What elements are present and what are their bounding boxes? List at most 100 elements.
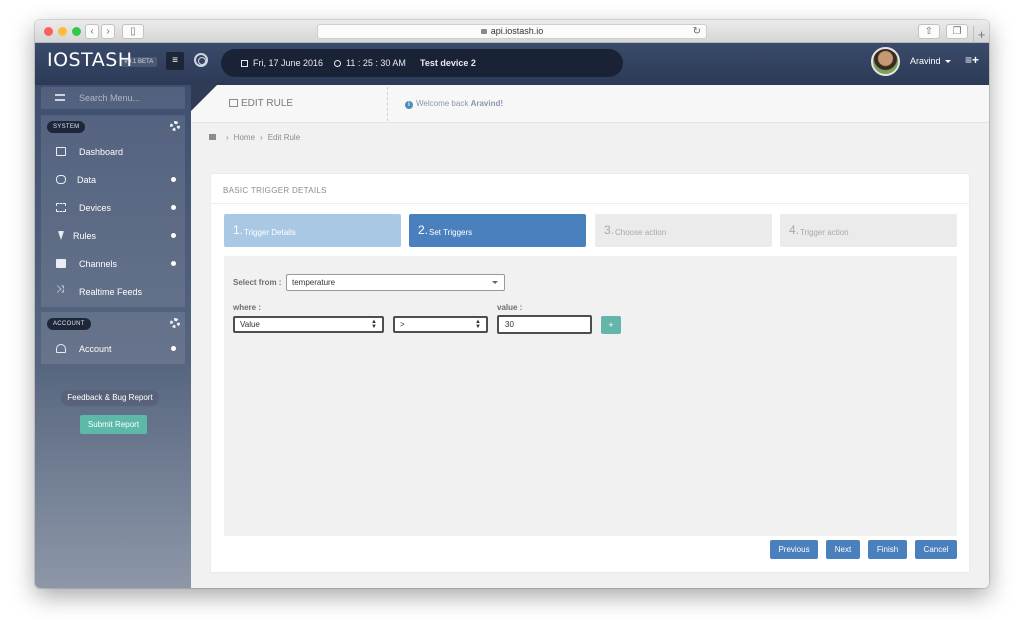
sidebar-item-label: Data (77, 175, 97, 185)
step-label: Choose action (615, 228, 667, 237)
forward-icon[interactable]: › (101, 24, 115, 39)
user-icon (56, 344, 66, 353)
card-divider (211, 203, 969, 204)
select-from-value: temperature (292, 278, 336, 287)
breadcrumb-current: Edit Rule (267, 133, 301, 142)
select-from-dropdown[interactable]: temperature (286, 274, 505, 291)
sidebar-item-label: Channels (79, 259, 118, 269)
operator-select[interactable]: > ▲ ▼ (393, 316, 488, 333)
reload-icon[interactable]: ↻ (693, 25, 701, 38)
sidebar-item-dashboard[interactable]: Dashboard (41, 137, 185, 165)
search-menu-icon (55, 94, 65, 101)
step-set-triggers[interactable]: 2. Set Triggers (409, 214, 586, 247)
add-condition-button[interactable]: + (601, 316, 621, 334)
value-label: value : (497, 303, 523, 312)
sidebar: Search Menu... SYSTEM Dashboard Data Dev… (35, 85, 191, 588)
expand-dot-icon (171, 261, 176, 266)
main-content: EDIT RULE i Welcome back Aravind! › Home › E… (191, 85, 989, 588)
share-icon[interactable]: ⇧ (918, 24, 940, 39)
tabs-overview-icon[interactable]: ❐ (946, 24, 968, 39)
devices-grid-icon (56, 203, 66, 212)
where-label: where : (233, 303, 262, 312)
sidebar-item-data[interactable]: Data (41, 165, 185, 193)
sidebar-item-realtime-feeds[interactable]: ⤨ Realtime Feeds (41, 277, 185, 305)
channels-icon (56, 259, 66, 268)
value-input-text: 30 (505, 320, 514, 329)
page-corner-fold (191, 85, 217, 111)
time-display: 11 : 25 : 30 AM (334, 58, 406, 68)
minimize-window-button[interactable] (58, 27, 67, 36)
account-gear-icon[interactable] (170, 318, 180, 328)
select-from-label: Select from : (233, 278, 282, 287)
date-text: Fri, 17 June 2016 (253, 58, 324, 68)
sidebar-item-devices[interactable]: Devices (41, 193, 185, 221)
card-title: BASIC TRIGGER DETAILS (223, 186, 327, 195)
expand-dot-icon (171, 233, 176, 238)
clock-icon (334, 60, 341, 67)
new-tab-icon[interactable]: + (973, 26, 989, 43)
expand-dot-icon (171, 177, 176, 182)
step-label: Trigger action (800, 228, 849, 237)
account-badge: ACCOUNT (47, 318, 91, 330)
finish-button[interactable]: Finish (868, 540, 907, 559)
trigger-card: BASIC TRIGGER DETAILS 1. Trigger Details… (210, 173, 970, 573)
sidebar-item-label: Realtime Feeds (79, 287, 143, 297)
where-field-select[interactable]: Value ▲ ▼ (233, 316, 384, 333)
welcome-message: i Welcome back Aravind! (405, 99, 503, 109)
welcome-name: Aravind! (470, 99, 504, 108)
operator-value: > (400, 320, 405, 329)
breadcrumb: › Home › Edit Rule (209, 133, 300, 142)
search-menu-placeholder: Search Menu... (79, 93, 141, 103)
step-trigger-action[interactable]: 4. Trigger action (780, 214, 957, 247)
account-section: ACCOUNT Account (41, 312, 185, 364)
trigger-form-panel: Select from : temperature where : Value … (224, 256, 957, 536)
user-name: Aravind (910, 56, 941, 66)
browser-window: ‹ › ▯ api.iostash.io ↻ ⇧ ❐ + IOSTASH V0.… (35, 20, 989, 588)
step-trigger-details[interactable]: 1. Trigger Details (224, 214, 401, 247)
app-header: IOSTASH V0.1 BETA ≡ Fri, 17 June 2016 11… (35, 43, 989, 85)
home-icon[interactable] (209, 134, 216, 140)
previous-button[interactable]: Previous (770, 540, 818, 559)
submit-report-button[interactable]: Submit Report (80, 415, 147, 434)
sidebar-item-label: Account (79, 344, 112, 354)
sidebar-item-account[interactable]: Account (41, 334, 185, 362)
support-icon[interactable] (194, 53, 208, 67)
value-input[interactable]: 30 (497, 315, 592, 334)
user-menu[interactable]: Aravind (910, 56, 951, 66)
sidebar-item-channels[interactable]: Channels (41, 249, 185, 277)
database-icon (56, 175, 66, 184)
hamburger-menu-icon[interactable]: ≡ (166, 52, 184, 70)
header-divider (387, 87, 388, 121)
avatar[interactable] (871, 47, 900, 76)
step-number: 4. (789, 223, 800, 237)
calendar-icon (241, 60, 248, 67)
next-button[interactable]: Next (826, 540, 860, 559)
zoom-window-button[interactable] (72, 27, 81, 36)
expand-dot-icon (171, 346, 176, 351)
close-window-button[interactable] (44, 27, 53, 36)
breadcrumb-home[interactable]: Home (234, 133, 255, 142)
status-pill: Fri, 17 June 2016 11 : 25 : 30 AM Test d… (221, 49, 623, 77)
sidebar-item-rules[interactable]: Rules (41, 221, 185, 249)
back-icon[interactable]: ‹ (85, 24, 99, 39)
step-choose-action[interactable]: 3. Choose action (595, 214, 772, 247)
system-gear-icon[interactable] (170, 121, 180, 131)
sidebar-toggle-icon[interactable]: ▯ (122, 24, 144, 39)
device-name[interactable]: Test device 2 (420, 58, 476, 68)
date-display: Fri, 17 June 2016 (241, 58, 323, 68)
feedback-button[interactable]: Feedback & Bug Report (61, 390, 159, 406)
sidebar-item-label: Devices (79, 203, 112, 213)
shuffle-icon: ⤨ (56, 284, 64, 295)
welcome-prefix: Welcome back (416, 99, 469, 108)
window-icon (229, 99, 238, 107)
search-menu-field[interactable]: Search Menu... (41, 87, 185, 109)
step-number: 2. (418, 223, 429, 237)
cancel-button[interactable]: Cancel (915, 540, 957, 559)
step-label: Set Triggers (429, 228, 473, 237)
address-bar[interactable]: api.iostash.io ↻ (317, 24, 707, 39)
page-header: EDIT RULE i Welcome back Aravind! (191, 85, 989, 123)
step-label: Trigger Details (244, 228, 296, 237)
list-add-icon[interactable]: ≡+ (965, 53, 979, 67)
lock-icon (480, 29, 487, 34)
chevron-down-icon (492, 281, 498, 284)
